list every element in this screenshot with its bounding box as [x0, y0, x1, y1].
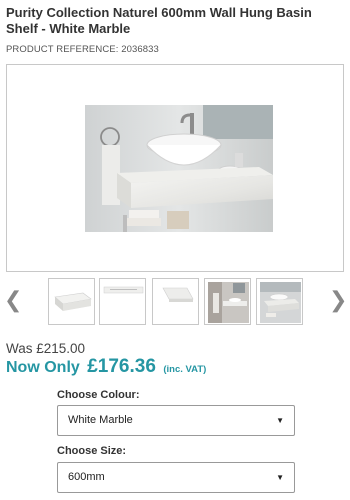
now-only-label: Now Only: [6, 359, 80, 376]
thumbnail-3[interactable]: [152, 278, 199, 325]
chevron-right-icon[interactable]: ❯: [329, 289, 347, 312]
thumbnail-2[interactable]: [99, 278, 146, 325]
chevron-left-icon[interactable]: ❮: [4, 289, 22, 312]
main-product-image[interactable]: [6, 64, 344, 272]
thumbnail-5[interactable]: [256, 278, 303, 325]
product-title: Purity Collection Naturel 600mm Wall Hun…: [6, 5, 312, 36]
thumbnail-1[interactable]: [48, 278, 95, 325]
colour-label: Choose Colour:: [57, 389, 140, 401]
product-reference: PRODUCT REFERENCE: 2036833: [6, 44, 159, 55]
vat-note: (inc. VAT): [163, 364, 207, 375]
current-price: £176.36: [87, 356, 156, 377]
size-select[interactable]: 600mm ▼: [57, 462, 295, 493]
chevron-down-icon: ▼: [276, 416, 284, 425]
thumbnail-4[interactable]: [204, 278, 251, 325]
thumbnail-carousel: ❮ ❯: [0, 278, 350, 326]
now-price-line: Now Only £176.36 (inc. VAT): [6, 356, 206, 378]
colour-selected-value: White Marble: [68, 414, 133, 426]
colour-select[interactable]: White Marble ▼: [57, 405, 295, 436]
size-selected-value: 600mm: [68, 471, 105, 483]
size-label: Choose Size:: [57, 445, 127, 457]
chevron-down-icon: ▼: [276, 473, 284, 482]
was-price: Was £215.00: [6, 341, 86, 356]
